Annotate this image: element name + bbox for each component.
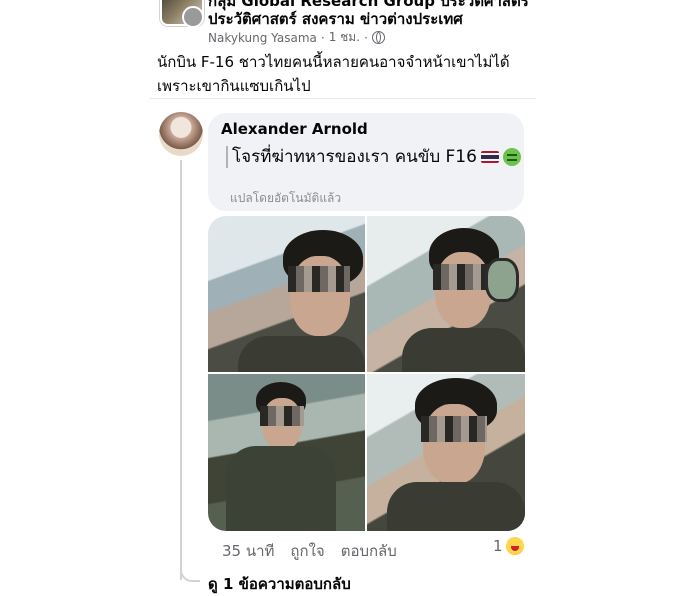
thread-connector xyxy=(180,560,200,582)
reaction-summary[interactable]: 1 xyxy=(493,537,524,555)
meta-separator: · xyxy=(320,30,325,45)
photo-grid xyxy=(208,216,525,531)
commenter-name[interactable]: Alexander Arnold xyxy=(221,120,368,138)
photo-1[interactable] xyxy=(208,216,365,372)
post-author[interactable]: Nakykung Yasama xyxy=(208,31,317,45)
comment-actions: 35 นาที ถูกใจ ตอบกลับ xyxy=(222,539,397,563)
divider xyxy=(150,98,536,99)
translated-note[interactable]: แปลโดยอัตโนมัติแล้ว xyxy=(230,189,341,208)
thread-line xyxy=(180,160,182,580)
photo-4[interactable] xyxy=(367,374,525,531)
comment-time[interactable]: 35 นาที xyxy=(222,539,274,563)
post-time[interactable]: 1 ชม. xyxy=(329,28,360,47)
comment-text-body: โจรที่ฆ่าทหารของเรา คนขับ F16 xyxy=(232,147,477,167)
nauseated-face-icon xyxy=(502,147,521,166)
translation-quote-bar xyxy=(226,146,228,168)
view-replies-link[interactable]: ดู 1 ข้อความตอบกลับ xyxy=(208,572,351,596)
commenter-avatar[interactable] xyxy=(159,112,203,156)
post-meta: Nakykung Yasama · 1 ชม. · xyxy=(208,28,385,47)
globe-icon xyxy=(371,31,385,44)
haha-icon xyxy=(505,537,524,555)
post-text: นักบิน F-16 ชาวไทยคนนี้หลายคนอาจจำหน้าเข… xyxy=(157,53,510,95)
comment-text: โจรที่ฆ่าทหารของเรา คนขับ F16 xyxy=(232,143,521,170)
photo-2[interactable] xyxy=(367,216,525,372)
photo-3[interactable] xyxy=(208,374,365,531)
reaction-count: 1 xyxy=(493,537,503,555)
author-avatar[interactable] xyxy=(182,6,204,28)
reply-button[interactable]: ตอบกลับ xyxy=(341,539,397,563)
meta-separator-2: · xyxy=(364,30,368,45)
thailand-flag-icon xyxy=(480,150,499,163)
like-button[interactable]: ถูกใจ xyxy=(290,539,324,563)
